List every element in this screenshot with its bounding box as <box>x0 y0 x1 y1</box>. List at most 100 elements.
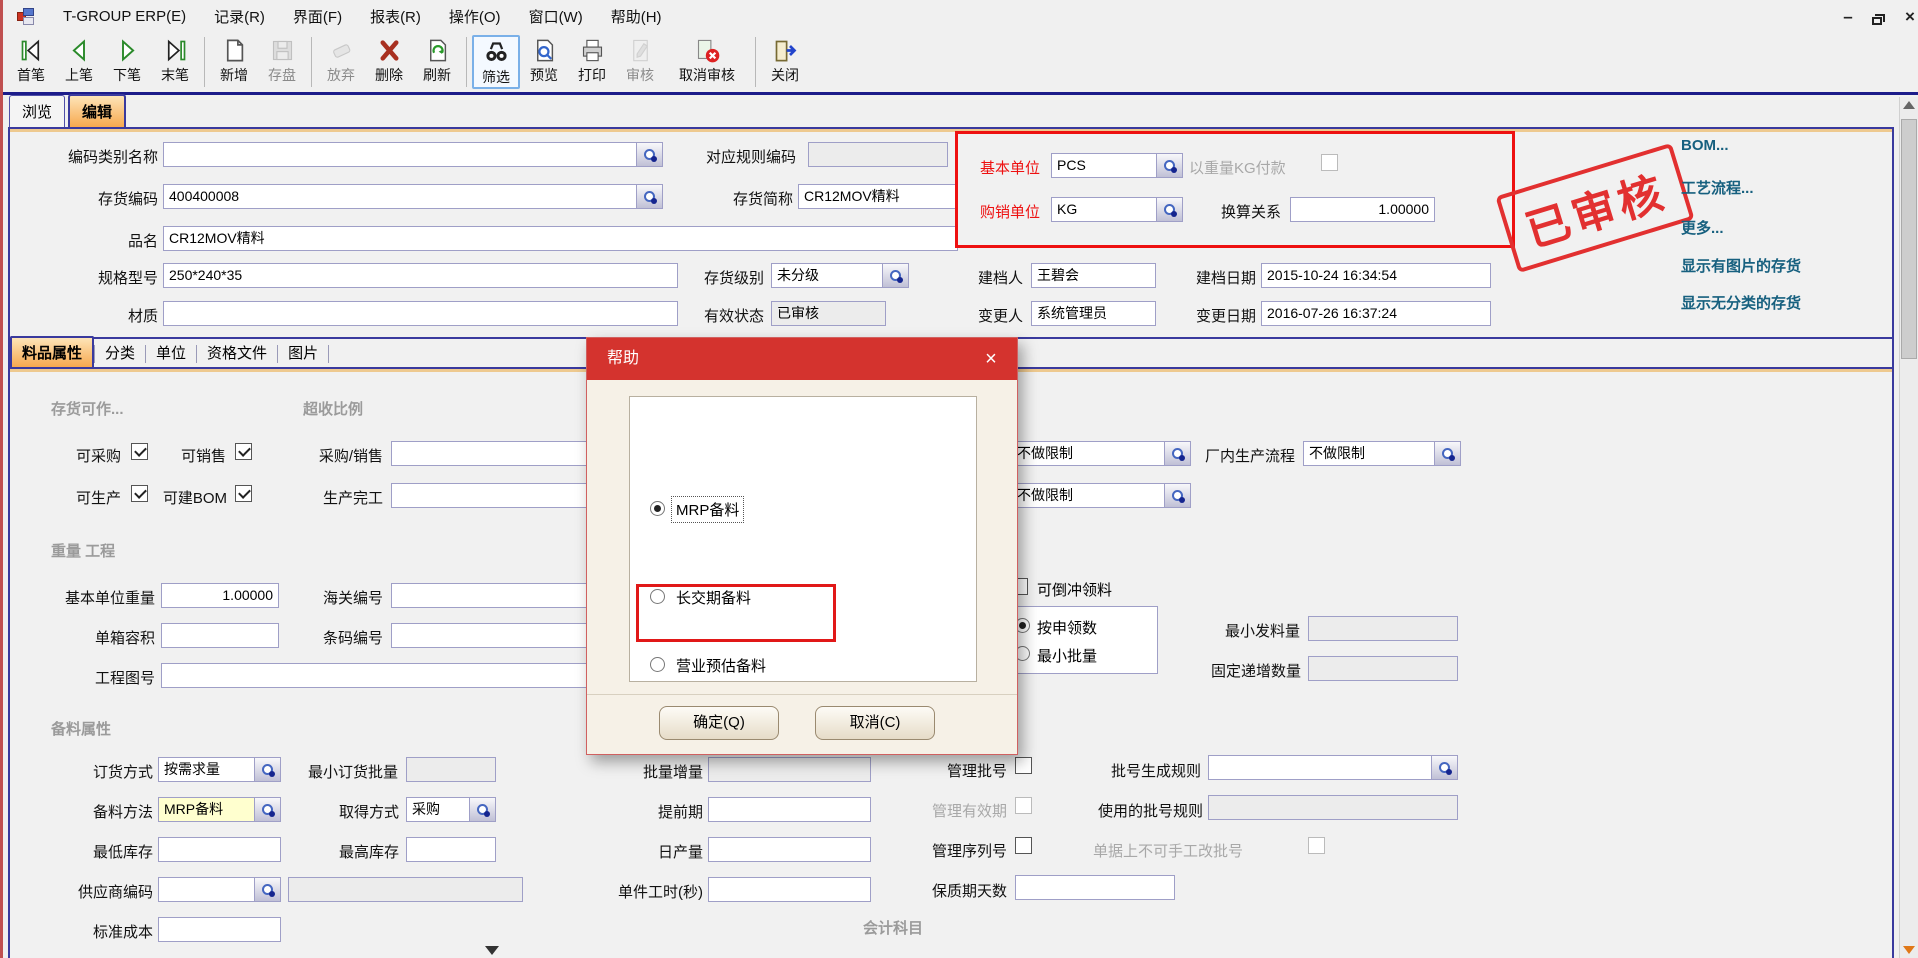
pay-by-kg-checkbox[interactable] <box>1321 154 1338 171</box>
option-mrp-radio[interactable] <box>650 501 665 516</box>
save-button[interactable]: 存盘 <box>258 35 306 89</box>
barcode-field[interactable] <box>391 623 611 648</box>
base-unit-weight-field[interactable]: 1.00000 <box>161 583 279 608</box>
lookup-icon[interactable] <box>254 758 280 781</box>
link-more[interactable]: 更多... <box>1681 217 1724 238</box>
no-manual-batch-checkbox[interactable] <box>1308 837 1325 854</box>
category-name-combo[interactable] <box>163 142 663 167</box>
spec-field[interactable]: 250*240*35 <box>163 263 678 288</box>
inventory-code-combo[interactable]: 400400008 <box>163 184 663 209</box>
min-issue-field[interactable] <box>1308 616 1458 641</box>
menu-interface[interactable]: 界面(F) <box>279 2 356 31</box>
vertical-scrollbar[interactable] <box>1899 97 1918 958</box>
batch-increment-field[interactable] <box>708 757 871 782</box>
lookup-icon[interactable] <box>882 264 908 287</box>
factory-flow-combo[interactable]: 不做限制 <box>1303 441 1461 466</box>
lookup-icon[interactable] <box>636 185 662 208</box>
option-mrp-label[interactable]: MRP备料 <box>672 497 743 522</box>
subtab-qualification-files[interactable]: 资格文件 <box>197 338 277 367</box>
close-button[interactable]: 关闭 <box>761 35 809 89</box>
link-show-unclassified[interactable]: 显示无分类的存货 <box>1681 292 1801 313</box>
last-record-button[interactable]: 末笔 <box>151 35 199 89</box>
dialog-ok-button[interactable]: 确定(Q) <box>659 706 779 740</box>
order-mode-combo[interactable]: 按需求量 <box>158 757 281 782</box>
prep-method-combo[interactable]: MRP备料 <box>158 797 281 822</box>
scroll-up-icon[interactable] <box>1903 101 1915 109</box>
menu-record[interactable]: 记录(R) <box>200 2 279 31</box>
lookup-icon[interactable] <box>1156 198 1182 221</box>
batch-rule-combo[interactable] <box>1208 755 1458 780</box>
lookup-icon[interactable] <box>469 798 495 821</box>
dialog-close-icon[interactable]: × <box>977 346 1005 372</box>
link-show-with-images[interactable]: 显示有图片的存货 <box>1681 255 1801 276</box>
unit-time-field[interactable] <box>708 877 871 902</box>
prev-record-button[interactable]: 上笔 <box>55 35 103 89</box>
subtab-classification[interactable]: 分类 <box>95 338 145 367</box>
delete-button[interactable]: 删除 <box>365 35 413 89</box>
material-field[interactable] <box>163 301 678 326</box>
menu-report[interactable]: 报表(R) <box>356 2 435 31</box>
fixed-increment-field[interactable] <box>1308 656 1458 681</box>
std-cost-field[interactable] <box>158 917 281 942</box>
preview-button[interactable]: 预览 <box>520 35 568 89</box>
lookup-icon[interactable] <box>1431 756 1457 779</box>
minimize-button[interactable]: – <box>1835 6 1861 28</box>
close-window-button[interactable]: × <box>1897 6 1918 28</box>
discard-button[interactable]: 放弃 <box>317 35 365 89</box>
shelf-life-field[interactable] <box>1015 875 1175 900</box>
over-production-field[interactable] <box>391 483 611 508</box>
box-volume-field[interactable] <box>161 623 279 648</box>
can-build-bom-checkbox[interactable] <box>235 485 252 502</box>
sellable-checkbox[interactable] <box>235 443 252 460</box>
menu-help[interactable]: 帮助(H) <box>597 2 676 31</box>
inventory-level-combo[interactable]: 未分级 <box>771 263 909 288</box>
lookup-icon[interactable] <box>254 878 280 901</box>
inventory-abbr-field[interactable]: CR12MOV精料 <box>798 184 958 209</box>
manage-batch-checkbox[interactable] <box>1015 757 1032 774</box>
supplier-code-combo[interactable] <box>158 877 281 902</box>
rule-code-field[interactable] <box>808 142 948 167</box>
product-name-field[interactable]: CR12MOV精料 <box>163 226 958 251</box>
subtab-images[interactable]: 图片 <box>278 338 328 367</box>
menu-operation[interactable]: 操作(O) <box>435 2 515 31</box>
customs-code-field[interactable] <box>391 583 611 608</box>
option-sales-forecast-radio[interactable] <box>650 657 665 672</box>
lookup-icon[interactable] <box>1164 442 1190 465</box>
subtab-item-attributes[interactable]: 料品属性 <box>10 336 94 367</box>
lookup-icon[interactable] <box>1434 442 1460 465</box>
lookup-icon[interactable] <box>1164 484 1190 507</box>
base-unit-combo[interactable]: PCS <box>1051 153 1183 178</box>
min-order-batch-field[interactable] <box>406 757 496 782</box>
refresh-button[interactable]: 刷新 <box>413 35 461 89</box>
dialog-cancel-button[interactable]: 取消(C) <box>815 706 935 740</box>
print-button[interactable]: 打印 <box>568 35 616 89</box>
menu-tgroup-erp[interactable]: T-GROUP ERP(E) <box>49 4 200 29</box>
link-process-flow[interactable]: 工艺流程... <box>1681 177 1754 198</box>
lookup-icon[interactable] <box>636 143 662 166</box>
subtab-units[interactable]: 单位 <box>146 338 196 367</box>
menu-window[interactable]: 窗口(W) <box>515 2 597 31</box>
max-stock-field[interactable] <box>406 837 496 862</box>
tab-edit[interactable]: 编辑 <box>68 94 126 127</box>
min-stock-field[interactable] <box>158 837 281 862</box>
first-record-button[interactable]: 首笔 <box>7 35 55 89</box>
conversion-field[interactable]: 1.00000 <box>1290 197 1435 222</box>
manage-expiry-checkbox[interactable] <box>1015 797 1032 814</box>
daily-output-field[interactable] <box>708 837 871 862</box>
scrollbar-thumb[interactable] <box>1901 119 1917 359</box>
over-purchase-sale-field[interactable] <box>391 441 611 466</box>
audit-button[interactable]: 审核 <box>616 35 664 89</box>
restriction-combo-1[interactable]: 不做限制 <box>1011 441 1191 466</box>
drawing-number-field[interactable] <box>161 663 611 688</box>
acquire-mode-combo[interactable]: 采购 <box>406 797 496 822</box>
link-bom[interactable]: BOM... <box>1681 137 1729 154</box>
manage-serial-checkbox[interactable] <box>1015 837 1032 854</box>
option-sales-forecast-label[interactable]: 营业预估备料 <box>676 655 766 676</box>
lookup-icon[interactable] <box>254 798 280 821</box>
tab-browse[interactable]: 浏览 <box>9 95 65 127</box>
cancel-audit-button[interactable]: 取消审核 <box>664 35 750 89</box>
restriction-combo-2[interactable]: 不做限制 <box>1011 483 1191 508</box>
lookup-icon[interactable] <box>1156 154 1182 177</box>
lead-time-field[interactable] <box>708 797 871 822</box>
producible-checkbox[interactable] <box>131 485 148 502</box>
